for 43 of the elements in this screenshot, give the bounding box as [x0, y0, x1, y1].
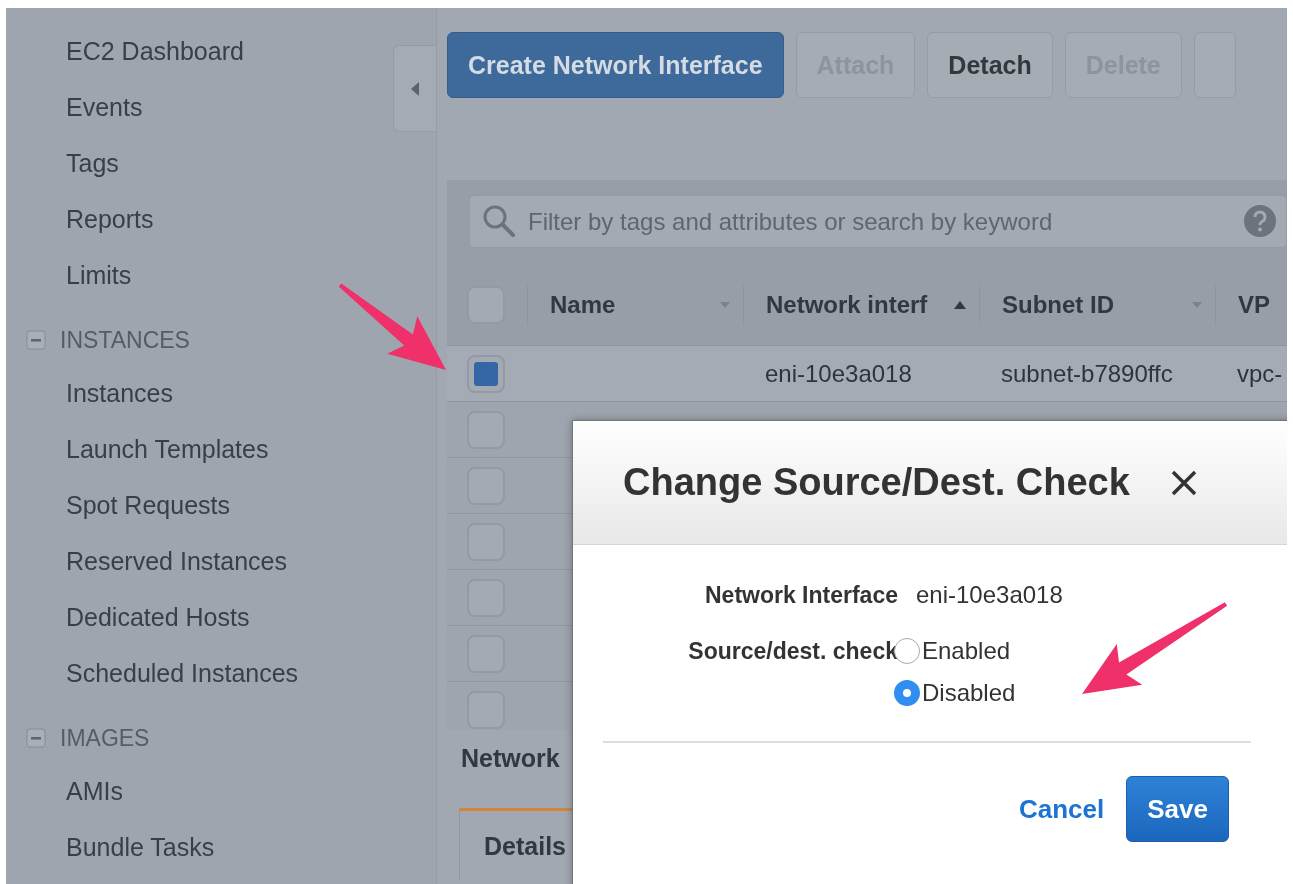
field-label: Network Interface — [704, 581, 898, 610]
toolbar-button[interactable]: Detach — [927, 32, 1053, 98]
row-checkbox[interactable] — [467, 354, 505, 393]
sidebar-link[interactable]: EC2 Dashboard — [6, 23, 388, 79]
radio-option[interactable]: Disabled — [894, 673, 1287, 713]
details-title: Network — [460, 744, 561, 774]
dialog-title: Change Source/Dest. Check — [623, 461, 1130, 504]
sidebar-link[interactable]: Launch Templates — [6, 421, 388, 477]
sidebar-link[interactable]: Instances — [6, 365, 388, 421]
help-icon[interactable] — [1243, 204, 1277, 238]
close-icon[interactable] — [1169, 468, 1198, 497]
sidebar-link[interactable]: Reserved Instances — [6, 533, 388, 589]
column-header[interactable]: Name — [527, 285, 743, 325]
cancel-link[interactable]: Cancel — [1019, 793, 1105, 825]
sidebar-link[interactable]: Spot Requests — [6, 477, 388, 533]
sidebar-section-title: IMAGES — [60, 724, 150, 752]
collapse-icon[interactable] — [26, 728, 46, 748]
toolbar-button[interactable]: Create Network Interface — [447, 32, 784, 98]
field-label: Source/dest. check — [687, 637, 898, 666]
column-header[interactable]: Subnet ID — [979, 285, 1215, 325]
sidebar-link[interactable]: AMIs — [6, 763, 388, 819]
column-header[interactable]: VP — [1215, 285, 1287, 325]
collapse-icon[interactable] — [26, 330, 46, 350]
sidebar-section-title: INSTANCES — [60, 326, 190, 354]
sidebar-link[interactable]: Scheduled Instances — [6, 645, 388, 701]
table-cell-text: vpc- — [1236, 359, 1284, 388]
sidebar-link[interactable]: Reports — [6, 191, 388, 247]
table-row[interactable]: eni-10e3a018 subnet-b7890ffc vpc- — [447, 345, 1287, 401]
left-triangle-icon — [409, 80, 421, 97]
sidebar-link[interactable]: Dedicated Hosts — [6, 589, 388, 645]
column-header[interactable]: Network interf — [743, 285, 979, 325]
field-value: eni-10e3a018 — [916, 580, 1064, 610]
sidebar-link[interactable]: Limits — [6, 247, 388, 303]
search-icon — [481, 203, 517, 239]
search-field[interactable]: Filter by tags and attributes or search by keyword — [469, 195, 1287, 248]
collapse-sidebar-tab[interactable] — [393, 45, 436, 132]
sidebar-link[interactable]: Events — [6, 79, 388, 135]
save-button[interactable]: Save — [1126, 776, 1229, 842]
sidebar-link[interactable]: Bundle Tasks — [6, 819, 388, 875]
radio-button[interactable] — [894, 680, 920, 706]
sidebar-link[interactable]: Tags — [6, 135, 388, 191]
table-cell-text: subnet-b7890ffc — [1000, 359, 1174, 388]
table-cell-text: eni-10e3a018 — [764, 359, 913, 388]
